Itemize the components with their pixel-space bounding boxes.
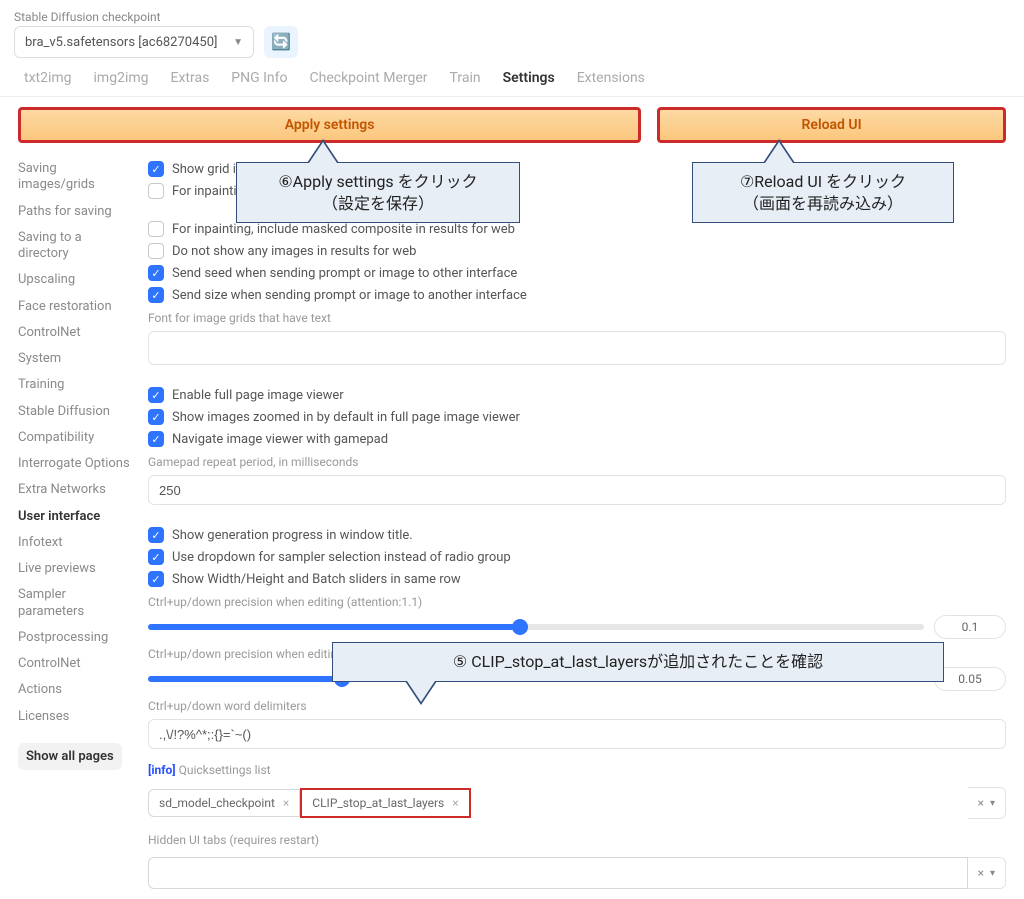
sidebar-item-saving-images-grids[interactable]: Saving images/grids — [18, 161, 130, 194]
label: Show Width/Height and Batch sliders in s… — [172, 572, 461, 587]
reload-ui-label: Reload UI — [802, 117, 862, 133]
tab-txt2img[interactable]: txt2img — [24, 70, 72, 86]
main-tabs: txt2img img2img Extras PNG Info Checkpoint M… — [0, 66, 1024, 97]
hidden-tabs-select[interactable]: × ▾ — [148, 857, 1006, 889]
sidebar-show-all-pages[interactable]: Show all pages — [18, 743, 122, 770]
font-input[interactable] — [148, 331, 1006, 365]
chips-controls[interactable]: × ▾ — [968, 787, 1006, 819]
settings-sidebar: Saving images/grids Paths for saving Savin… — [18, 161, 130, 889]
checkbox[interactable]: ✓ — [148, 387, 164, 403]
settings-main: ✓Show grid in results For inpainting, in… — [148, 161, 1006, 889]
checkbox[interactable]: ✓ — [148, 287, 164, 303]
sidebar-item-sampler-parameters[interactable]: Sampler parameters — [18, 587, 130, 620]
delimiters-input[interactable] — [148, 719, 1006, 749]
tab-train[interactable]: Train — [450, 70, 481, 86]
slider-value[interactable]: 0.1 — [934, 615, 1006, 639]
checkbox[interactable]: ✓ — [148, 265, 164, 281]
chips-controls[interactable]: × ▾ — [968, 857, 1006, 889]
reload-ui-button[interactable]: Reload UI — [657, 107, 1006, 143]
checkbox[interactable]: ✓ — [148, 549, 164, 565]
refresh-icon: 🔄 — [271, 32, 291, 52]
annotation-clip: ⑤ CLIP_stop_at_last_layersが追加されたことを確認 — [332, 642, 944, 682]
quicksettings-chips[interactable]: sd_model_checkpoint × CLIP_stop_at_last_… — [148, 787, 1006, 819]
hint: Ctrl+up/down word delimiters — [148, 699, 1006, 713]
sidebar-item-training[interactable]: Training — [18, 377, 130, 393]
label: Enable full page image viewer — [172, 388, 344, 403]
sidebar-item-actions[interactable]: Actions — [18, 682, 130, 698]
gamepad-period-input[interactable] — [148, 475, 1006, 505]
refresh-button[interactable]: 🔄 — [264, 26, 298, 58]
chip-clip-stop[interactable]: CLIP_stop_at_last_layers × — [300, 788, 470, 818]
checkbox[interactable]: ✓ — [148, 409, 164, 425]
close-icon[interactable]: × — [978, 796, 984, 810]
quicksettings-label: [info] Quicksettings list — [148, 763, 1006, 777]
sidebar-item-live-previews[interactable]: Live previews — [18, 561, 130, 577]
label: Show images zoomed in by default in full… — [172, 410, 520, 425]
chevron-down-icon: ▼ — [233, 37, 243, 48]
label: Do not show any images in results for we… — [172, 244, 416, 259]
sidebar-item-upscaling[interactable]: Upscaling — [18, 272, 130, 288]
tab-checkpoint-merger[interactable]: Checkpoint Merger — [310, 70, 428, 86]
label: Send size when sending prompt or image t… — [172, 288, 527, 303]
sidebar-item-face-restoration[interactable]: Face restoration — [18, 299, 130, 315]
tab-settings[interactable]: Settings — [503, 70, 555, 86]
hint: Hidden UI tabs (requires restart) — [148, 833, 1006, 847]
apply-settings-button[interactable]: Apply settings — [18, 107, 641, 143]
close-icon[interactable]: × — [452, 796, 458, 810]
hint: Gamepad repeat period, in milliseconds — [148, 455, 1006, 469]
checkbox[interactable] — [148, 243, 164, 259]
checkbox[interactable]: ✓ — [148, 161, 164, 177]
tab-extras[interactable]: Extras — [171, 70, 210, 86]
sidebar-item-controlnet[interactable]: ControlNet — [18, 325, 130, 341]
sidebar-item-stable-diffusion[interactable]: Stable Diffusion — [18, 404, 130, 420]
tab-png-info[interactable]: PNG Info — [231, 70, 287, 86]
chip-label: CLIP_stop_at_last_layers — [312, 796, 444, 810]
annotation-reload: ⑦Reload UI をクリック （画面を再読み込み） — [692, 162, 954, 223]
sidebar-item-extra-networks[interactable]: Extra Networks — [18, 482, 130, 498]
checkpoint-select[interactable]: bra_v5.safetensors [ac68270450] ▼ — [14, 26, 254, 58]
checkpoint-value: bra_v5.safetensors [ac68270450] — [25, 35, 217, 50]
sidebar-item-infotext[interactable]: Infotext — [18, 535, 130, 551]
checkbox[interactable]: ✓ — [148, 571, 164, 587]
label: Send seed when sending prompt or image t… — [172, 266, 517, 281]
sidebar-item-licenses[interactable]: Licenses — [18, 709, 130, 725]
hint: Font for image grids that have text — [148, 311, 1006, 325]
chip-label: sd_model_checkpoint — [159, 796, 275, 810]
chevron-down-icon: ▾ — [990, 868, 995, 879]
annotation-apply: ⑥Apply settings をクリック （設定を保存） — [236, 162, 520, 223]
checkbox[interactable]: ✓ — [148, 527, 164, 543]
chip-sd-model-checkpoint[interactable]: sd_model_checkpoint × — [148, 789, 300, 817]
label: Show generation progress in window title… — [172, 528, 413, 543]
checkbox[interactable]: ✓ — [148, 431, 164, 447]
sidebar-item-system[interactable]: System — [18, 351, 130, 367]
sidebar-item-user-interface[interactable]: User interface — [18, 509, 130, 525]
label: Use dropdown for sampler selection inste… — [172, 550, 511, 565]
sidebar-item-controlnet[interactable]: ControlNet — [18, 656, 130, 672]
label: Navigate image viewer with gamepad — [172, 432, 388, 447]
checkbox[interactable] — [148, 183, 164, 199]
sidebar-item-saving-to-a-directory[interactable]: Saving to a directory — [18, 230, 130, 263]
tab-extensions[interactable]: Extensions — [577, 70, 645, 86]
sidebar-item-postprocessing[interactable]: Postprocessing — [18, 630, 130, 646]
sidebar-item-paths-for-saving[interactable]: Paths for saving — [18, 204, 130, 220]
tab-img2img[interactable]: img2img — [94, 70, 149, 86]
close-icon[interactable]: × — [978, 866, 984, 880]
apply-settings-label: Apply settings — [285, 117, 375, 133]
chevron-down-icon: ▾ — [990, 798, 995, 809]
sidebar-item-interrogate-options[interactable]: Interrogate Options — [18, 456, 130, 472]
hint: Ctrl+up/down precision when editing (att… — [148, 595, 1006, 609]
label: For inpainting, include masked composite… — [172, 222, 515, 237]
close-icon[interactable]: × — [283, 796, 289, 810]
precision-slider-1[interactable] — [148, 624, 924, 630]
slider-value[interactable]: 0.05 — [934, 667, 1006, 691]
checkbox[interactable] — [148, 221, 164, 237]
sidebar-item-compatibility[interactable]: Compatibility — [18, 430, 130, 446]
checkpoint-label: Stable Diffusion checkpoint — [0, 0, 1024, 26]
